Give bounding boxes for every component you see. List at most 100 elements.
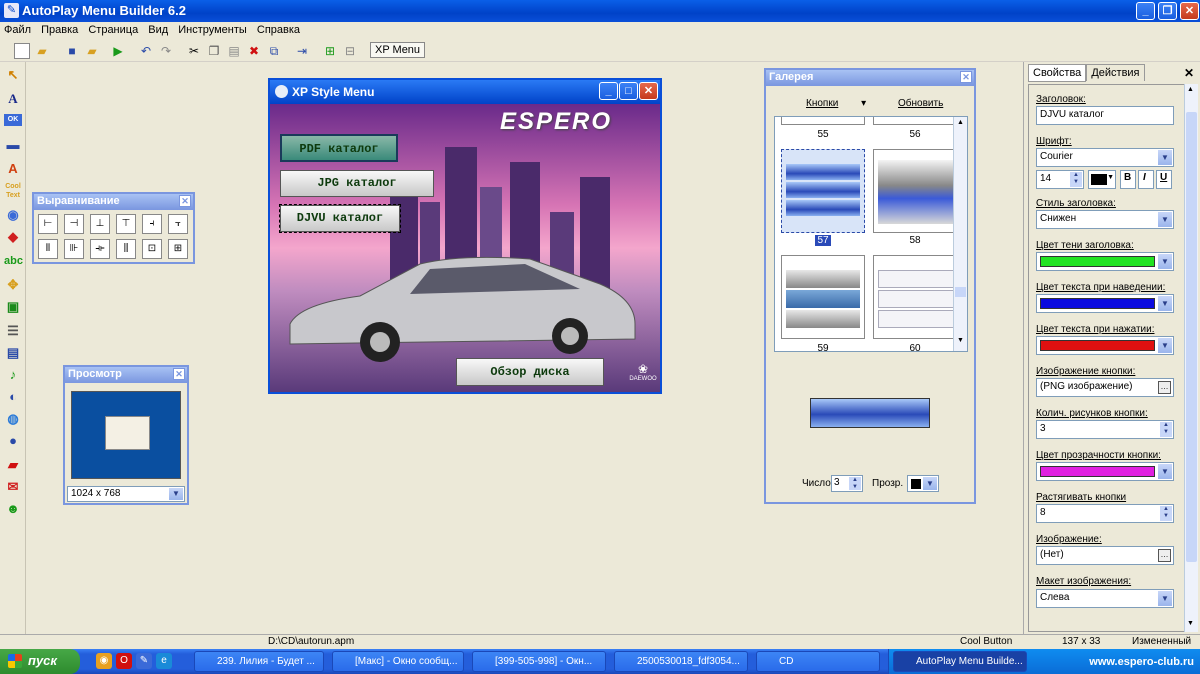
underline-button[interactable]: U bbox=[1156, 170, 1172, 189]
remove-page-icon[interactable]: ⊟ bbox=[342, 43, 358, 59]
same-width-icon[interactable]: ⟛ bbox=[90, 239, 110, 259]
media-tool-icon[interactable]: ● bbox=[4, 432, 22, 450]
scroll-thumb[interactable] bbox=[1186, 112, 1197, 562]
cool-text-small-icon[interactable]: Cool Text bbox=[4, 182, 22, 200]
image-field[interactable]: (Нет)… bbox=[1036, 546, 1174, 565]
preview-screen[interactable] bbox=[71, 391, 181, 479]
shapes-tool-icon[interactable]: ◆ bbox=[4, 228, 22, 246]
press-color-select[interactable]: ▼ bbox=[1036, 336, 1174, 355]
align-center-h-icon[interactable]: ⊣ bbox=[64, 214, 84, 234]
jpg-catalog-button[interactable]: JPG каталог bbox=[280, 170, 434, 197]
xp-minimize-button[interactable]: _ bbox=[599, 82, 618, 100]
menu-file[interactable]: Файл bbox=[0, 22, 34, 36]
add-page-icon[interactable]: ⊞ bbox=[322, 43, 338, 59]
transparency-color-select[interactable]: ▼ bbox=[1036, 462, 1174, 481]
space-h-icon[interactable]: ⫴ bbox=[38, 239, 58, 259]
quicklaunch-browser-icon[interactable]: ◉ bbox=[96, 653, 112, 669]
open-project-icon[interactable]: ▰ bbox=[84, 43, 100, 59]
page-tab[interactable]: XP Menu bbox=[370, 42, 426, 58]
cool-text-tool-icon[interactable]: A bbox=[4, 160, 22, 178]
quicklaunch-opera-icon[interactable]: O bbox=[116, 653, 132, 669]
menu-help[interactable]: Справка bbox=[253, 22, 303, 36]
caption-input[interactable]: DJVU каталог bbox=[1036, 106, 1174, 125]
export-icon[interactable]: ⇥ bbox=[294, 43, 310, 59]
browse-disk-button[interactable]: Обзор диска bbox=[456, 358, 604, 386]
undo-icon[interactable]: ↶ bbox=[138, 43, 154, 59]
count-stepper[interactable]: 3 ▲ ▼ bbox=[831, 475, 863, 492]
gallery-item-56[interactable] bbox=[873, 117, 957, 125]
list-tool-icon[interactable]: ☰ bbox=[4, 322, 22, 340]
taskbar-item[interactable]: [Макс] - Окно сообщ... bbox=[332, 651, 464, 672]
space-v-icon[interactable]: ⊪ bbox=[64, 239, 84, 259]
hover-color-select[interactable]: ▼ bbox=[1036, 294, 1174, 313]
pdf-catalog-button[interactable]: PDF каталог bbox=[280, 134, 398, 162]
circle-button-icon[interactable]: ◉ bbox=[4, 206, 22, 224]
scroll-up-icon[interactable]: ▲ bbox=[1187, 86, 1194, 93]
text-tool-icon[interactable]: A bbox=[4, 90, 22, 108]
restore-button[interactable]: ❐ bbox=[1158, 2, 1177, 20]
paste-icon[interactable]: ▤ bbox=[226, 43, 242, 59]
same-size-icon[interactable]: ⊡ bbox=[142, 239, 162, 259]
align-middle-icon[interactable]: ⫞ bbox=[142, 214, 162, 234]
gallery-scrollbar[interactable]: ▲ ▼ bbox=[953, 117, 967, 351]
gallery-refresh-link[interactable]: Обновить bbox=[898, 98, 943, 109]
resolution-select[interactable]: 1024 x 768 ▼ bbox=[67, 486, 185, 502]
menu-edit[interactable]: Правка bbox=[37, 22, 81, 36]
same-height-icon[interactable]: ⫼ bbox=[116, 239, 136, 259]
document-tool-icon[interactable]: ▤ bbox=[4, 344, 22, 362]
quicklaunch-tool-icon[interactable]: ✎ bbox=[136, 653, 152, 669]
layout-select[interactable]: Слева ▼ bbox=[1036, 589, 1174, 608]
move-tool-icon[interactable]: ✥ bbox=[4, 276, 22, 294]
music-tool-icon[interactable]: ♪ bbox=[4, 366, 22, 384]
scroll-thumb[interactable] bbox=[955, 287, 966, 297]
italic-button[interactable]: I bbox=[1138, 170, 1154, 189]
browse-icon[interactable]: … bbox=[1158, 549, 1171, 562]
taskbar-item[interactable]: CD bbox=[756, 651, 880, 672]
button-tool-icon[interactable]: OK bbox=[4, 114, 22, 126]
browser-tool-icon[interactable]: ◍ bbox=[4, 410, 22, 428]
copy-icon[interactable]: ❐ bbox=[206, 43, 222, 59]
menu-page[interactable]: Страница bbox=[84, 22, 141, 36]
close-button[interactable]: ✕ bbox=[1180, 2, 1199, 20]
tab-actions[interactable]: Действия bbox=[1086, 64, 1145, 81]
center-page-icon[interactable]: ⊞ bbox=[168, 239, 188, 259]
align-top-icon[interactable]: ⊤ bbox=[116, 214, 136, 234]
duplicate-icon[interactable]: ⧉ bbox=[266, 43, 282, 59]
gallery-item-59[interactable] bbox=[781, 255, 865, 339]
taskbar-item-active[interactable]: AutoPlay Menu Builde... bbox=[893, 651, 1027, 672]
bold-button[interactable]: B bbox=[1120, 170, 1136, 189]
minimize-button[interactable]: _ bbox=[1136, 2, 1155, 20]
gallery-close-icon[interactable]: ✕ bbox=[960, 71, 972, 83]
open-folder-icon[interactable]: ▰ bbox=[34, 43, 50, 59]
cut-icon[interactable]: ✂ bbox=[186, 43, 202, 59]
pdf-tool-icon[interactable]: ▰ bbox=[4, 456, 22, 474]
button-image-field[interactable]: (PNG изображение)… bbox=[1036, 378, 1174, 397]
opacity-color-select[interactable]: ▼ bbox=[907, 475, 939, 492]
pointer-tool-icon[interactable]: ↖ bbox=[4, 66, 22, 84]
djvu-catalog-button[interactable]: DJVU каталог bbox=[279, 204, 401, 233]
redo-icon[interactable]: ↷ bbox=[158, 43, 174, 59]
align-right-icon[interactable]: ⊥ bbox=[90, 214, 110, 234]
gallery-item-55[interactable] bbox=[781, 117, 865, 125]
xp-close-button[interactable]: ✕ bbox=[639, 82, 658, 100]
scroll-up-icon[interactable]: ▲ bbox=[955, 119, 966, 130]
save-icon[interactable]: ■ bbox=[64, 43, 80, 59]
gallery-buttons-menu[interactable]: Кнопки ▾ bbox=[806, 98, 866, 109]
run-icon[interactable]: ▶ bbox=[110, 43, 126, 59]
taskbar-item[interactable]: 2500530018_fdf3054... bbox=[614, 651, 748, 672]
gallery-item-60[interactable] bbox=[873, 255, 957, 339]
stretch-stepper[interactable]: 8 ▲ ▼ bbox=[1036, 504, 1174, 523]
quicklaunch-ie-icon[interactable]: e bbox=[156, 653, 172, 669]
chat-tool-icon[interactable]: ☻ bbox=[4, 500, 22, 518]
menu-tools[interactable]: Инструменты bbox=[174, 22, 250, 36]
align-bottom-icon[interactable]: ⫟ bbox=[168, 214, 188, 234]
browse-icon[interactable]: … bbox=[1158, 381, 1171, 394]
font-size-stepper[interactable]: 14 ▲ ▼ bbox=[1036, 170, 1084, 189]
menu-view[interactable]: Вид bbox=[144, 22, 171, 36]
properties-scrollbar[interactable]: ▲ ▼ bbox=[1184, 84, 1198, 632]
gallery-item-57[interactable] bbox=[781, 149, 865, 233]
font-select[interactable]: Courier ▼ bbox=[1036, 148, 1174, 167]
preview-panel-close-icon[interactable]: ✕ bbox=[173, 368, 185, 380]
xp-button-tool-icon[interactable]: ▬ bbox=[4, 136, 22, 154]
align-panel-close-icon[interactable]: ✕ bbox=[179, 195, 191, 207]
